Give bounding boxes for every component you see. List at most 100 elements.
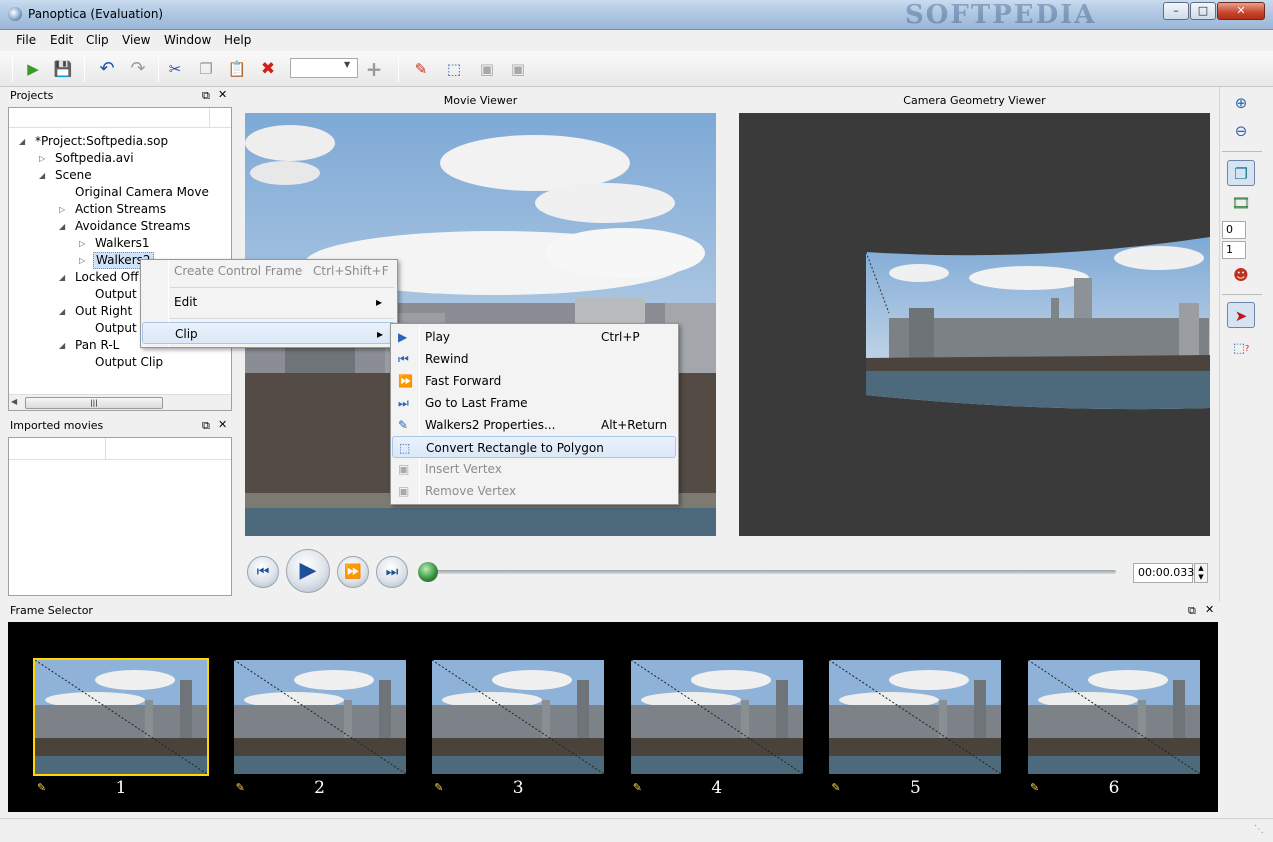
tree-item[interactable]: ◢ *Project:Softpedia.sop (9, 133, 231, 150)
float-panel-icon[interactable]: ⧉ (202, 419, 210, 433)
tree-expander-icon[interactable]: ▷ (79, 252, 85, 269)
frame-thumbnail[interactable] (432, 660, 605, 774)
copy-icon[interactable]: ❐ (195, 58, 217, 80)
insert-vertex-icon[interactable]: ▣ (476, 58, 498, 80)
menu-item-label: Clip (175, 327, 198, 341)
tree-expander-icon[interactable]: ◢ (39, 167, 45, 184)
clip-menu-item[interactable]: ⬚ Convert Rectangle to Polygon (392, 436, 676, 458)
delete-icon[interactable]: ✖ (257, 58, 279, 80)
menu-help[interactable]: Help (224, 33, 251, 47)
clip-menu-item[interactable]: ✎ Walkers2 Properties... Alt+Return (392, 414, 676, 436)
properties-icon[interactable]: ✎ (410, 58, 432, 80)
horizontal-scrollbar[interactable]: ◀ ||| (9, 394, 231, 410)
close-window-button[interactable]: ✕ (1217, 2, 1265, 20)
tree-item[interactable]: Output Clip (9, 354, 231, 371)
rewind-button[interactable]: ⏮ (247, 556, 279, 588)
tree-expander-icon[interactable]: ◢ (19, 133, 25, 150)
resize-grip-icon[interactable]: ⋱ (1254, 824, 1264, 835)
zoom-in-icon[interactable]: ⊕ (1227, 90, 1255, 116)
fast-forward-button[interactable]: ⏩ (337, 556, 369, 588)
spin-b[interactable]: 1 (1222, 241, 1246, 259)
timeline-slider[interactable] (430, 570, 1116, 574)
time-spinner[interactable]: ▲ ▼ (1194, 563, 1208, 583)
film-icon[interactable]: 🎞 (1227, 190, 1255, 216)
tree-item[interactable]: ▷ Softpedia.avi (9, 150, 231, 167)
pointer-tool-icon[interactable]: ➤ (1227, 302, 1255, 328)
save-icon[interactable]: 💾 (52, 58, 74, 80)
close-panel-icon[interactable]: ✕ (218, 88, 227, 101)
frame-edit-icon[interactable]: ✎ (1030, 782, 1042, 794)
menu-item-label: Walkers2 Properties... (425, 418, 556, 432)
frame-edit-icon[interactable]: ✎ (831, 782, 843, 794)
spin-a[interactable]: 0 (1222, 221, 1246, 239)
character-icon[interactable]: ☻ (1227, 262, 1255, 288)
frame-thumbnail[interactable] (1028, 660, 1200, 774)
time-field[interactable]: 00:00.033 (1133, 563, 1194, 583)
projects-panel-header: Projects (8, 87, 232, 107)
tree-expander-icon[interactable]: ◢ (59, 218, 65, 235)
play-button[interactable]: ▶ (286, 549, 330, 593)
frame-thumbnail[interactable] (829, 660, 1002, 774)
tree-item[interactable]: Original Camera Move (9, 184, 231, 201)
rect-help-icon[interactable]: ⬚? (1227, 336, 1255, 362)
menu-clip[interactable]: Clip (86, 33, 109, 47)
menu-edit[interactable]: Edit (50, 33, 73, 47)
float-panel-icon[interactable]: ⧉ (1188, 604, 1196, 618)
tree-expander-icon[interactable]: ◢ (59, 303, 65, 320)
frame-thumbnail[interactable] (33, 658, 209, 776)
select-region-icon[interactable]: ⬚ (443, 58, 465, 80)
tree-expander-icon[interactable]: ◢ (59, 269, 65, 286)
clip-menu-item[interactable]: ▶ Play Ctrl+P (392, 326, 676, 348)
tree-item[interactable]: ▷ Walkers1 (9, 235, 231, 252)
frame-thumbnail[interactable] (630, 660, 803, 774)
clip-menu-item[interactable]: ▣ Remove Vertex (392, 480, 676, 502)
chevron-down-icon[interactable]: ▼ (344, 60, 350, 69)
tree-item[interactable]: ◢ Avoidance Streams (9, 218, 231, 235)
scroll-thumb[interactable]: ||| (25, 397, 163, 409)
redo-icon[interactable]: ↷ (127, 58, 149, 80)
menu-file[interactable]: File (16, 33, 36, 47)
imported-panel-title: Imported movies (10, 419, 104, 432)
maximize-button[interactable]: □ (1190, 2, 1216, 20)
remove-vertex-icon[interactable]: ▣ (507, 58, 529, 80)
open-project-icon[interactable]: ▶ (22, 58, 44, 80)
clip-menu-item[interactable]: ▣ Insert Vertex (392, 458, 676, 480)
camera-geometry-viewer[interactable] (739, 113, 1210, 536)
frame-edit-icon[interactable]: ✎ (434, 782, 446, 794)
app-icon (8, 7, 22, 21)
float-panel-icon[interactable]: ⧉ (202, 89, 210, 103)
frame-edit-icon[interactable]: ✎ (37, 782, 49, 794)
frame-number: 1 (115, 778, 127, 798)
camera-mode-icon[interactable]: ❐ (1227, 160, 1255, 186)
tree-item[interactable]: ▷ Action Streams (9, 201, 231, 218)
frame-thumbnail[interactable] (233, 660, 406, 774)
context-menu-item[interactable]: Create Control Frame Ctrl+Shift+F (142, 260, 396, 282)
frame-edit-icon[interactable]: ✎ (236, 782, 248, 794)
tree-expander-icon[interactable]: ▷ (39, 150, 45, 167)
timeline-handle[interactable] (418, 562, 438, 582)
clip-menu-item[interactable]: ⏭ Go to Last Frame (392, 392, 676, 414)
clip-menu-item[interactable]: ⏩ Fast Forward (392, 370, 676, 392)
minimize-button[interactable]: – (1163, 2, 1189, 20)
frame-edit-icon[interactable]: ✎ (633, 782, 645, 794)
menu-view[interactable]: View (122, 33, 150, 47)
context-menu-item[interactable]: Clip ▸ (142, 322, 396, 344)
cut-icon[interactable]: ✂ (164, 58, 186, 80)
tree-expander-icon[interactable]: ▷ (59, 201, 65, 218)
add-icon[interactable]: + (363, 58, 385, 80)
close-panel-icon[interactable]: ✕ (218, 418, 227, 431)
imported-movies-list[interactable] (8, 437, 232, 596)
frame-number: 6 (1108, 778, 1120, 798)
undo-icon[interactable]: ↶ (96, 58, 118, 80)
paste-icon[interactable]: 📋 (226, 58, 248, 80)
scroll-left-icon[interactable]: ◀ (11, 397, 17, 406)
menu-window[interactable]: Window (164, 33, 211, 47)
tree-expander-icon[interactable]: ▷ (79, 235, 85, 252)
zoom-out-icon[interactable]: ⊖ (1227, 118, 1255, 144)
clip-menu-item[interactable]: ⏮ Rewind (392, 348, 676, 370)
tree-item[interactable]: ◢ Scene (9, 167, 231, 184)
context-menu-item[interactable]: Edit ▸ (142, 291, 396, 313)
close-panel-icon[interactable]: ✕ (1205, 603, 1214, 616)
tree-expander-icon[interactable]: ◢ (59, 337, 65, 354)
last-frame-button[interactable]: ⏭ (376, 556, 408, 588)
